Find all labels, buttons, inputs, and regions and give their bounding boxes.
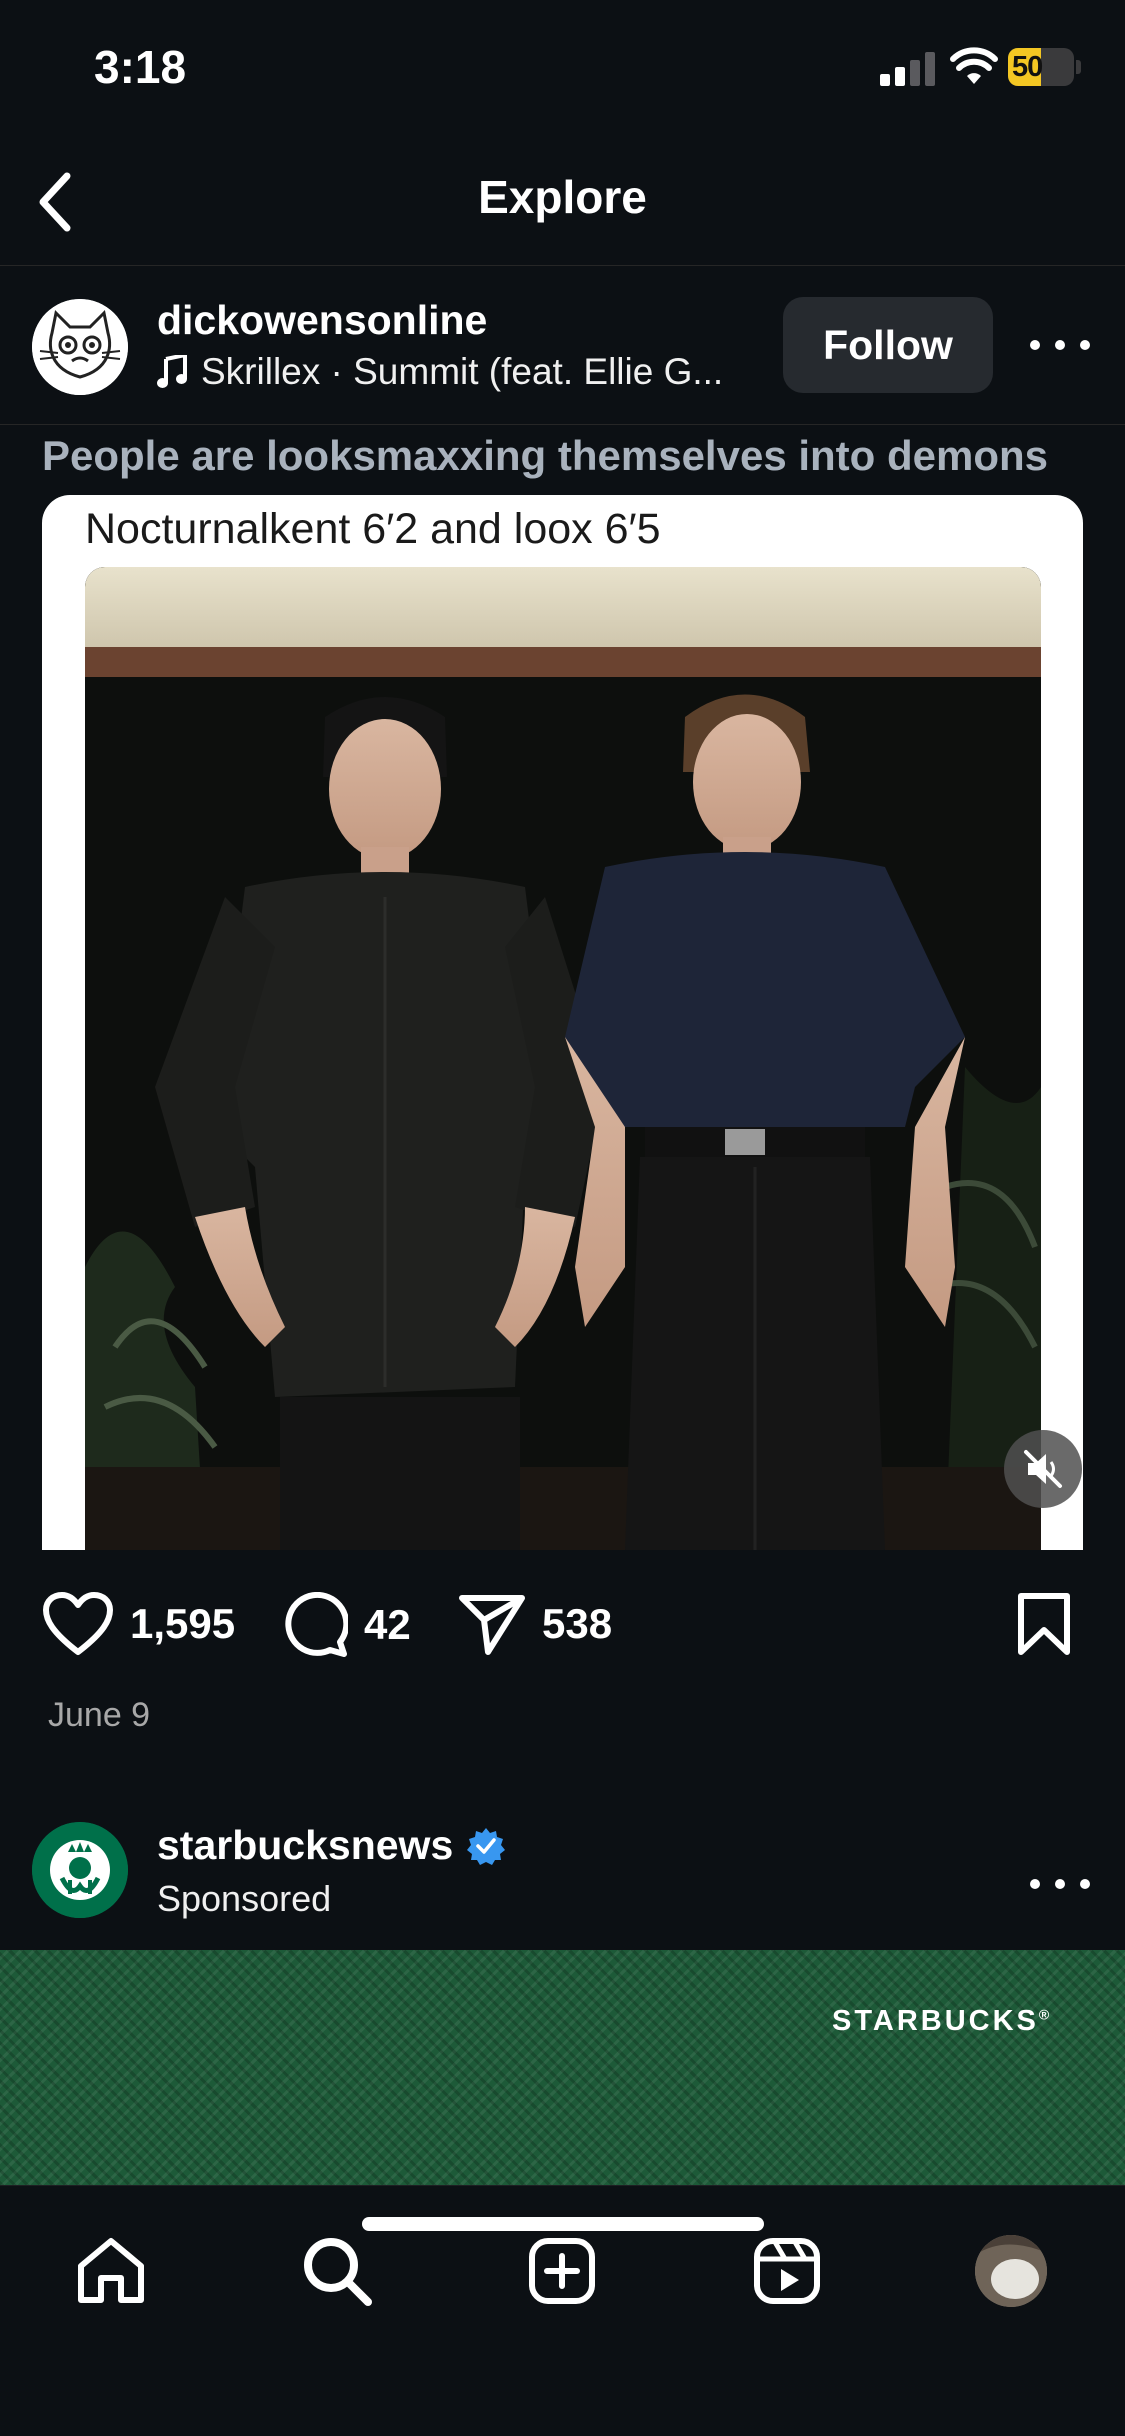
nav-home[interactable] bbox=[66, 2226, 156, 2316]
sponsored-label: Sponsored bbox=[157, 1878, 332, 1919]
verified-badge-icon bbox=[467, 1827, 506, 1865]
sponsored-post-header: starbucksnews Sponsored bbox=[0, 1800, 1125, 1950]
share-count: 538 bbox=[542, 1600, 613, 1647]
post-actions: 1,595 42 538 bbox=[0, 1550, 1125, 1700]
status-bar: 3:18 50 bbox=[0, 0, 1125, 140]
post-header: dickowensonline Skrillex · Summit (feat.… bbox=[0, 267, 1125, 425]
music-note-icon bbox=[157, 355, 187, 388]
mute-button[interactable] bbox=[1004, 1430, 1082, 1508]
battery-percent: 50 bbox=[1012, 51, 1043, 83]
media-caption: Nocturnalkent 6′2 and loox 6′5 bbox=[85, 505, 661, 553]
avatar[interactable] bbox=[32, 299, 128, 395]
signal-icon bbox=[880, 52, 935, 86]
comment-count: 42 bbox=[364, 1601, 411, 1648]
music-label: Skrillex · Summit (feat. Ellie G... bbox=[201, 351, 724, 392]
post-caption: People are looksmaxxing themselves into … bbox=[42, 432, 1049, 479]
search-icon bbox=[304, 2238, 372, 2306]
top-bar: Explore bbox=[0, 140, 1125, 266]
save-button[interactable] bbox=[1016, 1592, 1072, 1656]
home-icon bbox=[78, 2238, 144, 2303]
starbucks-logo-avatar[interactable] bbox=[32, 1822, 128, 1918]
sponsored-username-row[interactable]: starbucksnews bbox=[157, 1822, 506, 1869]
like-action[interactable]: 1,595 bbox=[42, 1592, 235, 1656]
nav-reels[interactable] bbox=[742, 2226, 832, 2316]
sponsored-banner[interactable]: STARBUCKS® bbox=[0, 1950, 1125, 2185]
reels-icon bbox=[754, 2238, 820, 2304]
screen: 3:18 50 Explore dickowensonline Skrillex… bbox=[0, 0, 1125, 2436]
post-media[interactable]: Nocturnalkent 6′2 and loox 6′5 bbox=[42, 495, 1083, 1550]
page-title: Explore bbox=[478, 171, 647, 223]
more-options-button[interactable] bbox=[1030, 325, 1090, 365]
sponsored-username: starbucksnews bbox=[157, 1822, 454, 1868]
nav-search[interactable] bbox=[292, 2226, 382, 2316]
status-time: 3:18 bbox=[94, 41, 187, 93]
comment-action[interactable]: 42 bbox=[282, 1592, 411, 1658]
music-attribution[interactable]: Skrillex · Summit (feat. Ellie G... bbox=[157, 351, 723, 393]
speaker-muted-icon bbox=[1024, 1450, 1062, 1488]
wifi-icon bbox=[950, 47, 998, 84]
post-date: June 9 bbox=[48, 1696, 151, 1734]
like-count: 1,595 bbox=[130, 1600, 236, 1647]
battery-icon: 50 bbox=[1008, 48, 1081, 86]
bookmark-icon bbox=[1018, 1593, 1070, 1655]
home-indicator[interactable] bbox=[362, 2217, 764, 2231]
more-dots-icon bbox=[1030, 340, 1040, 350]
share-action[interactable]: 538 bbox=[458, 1592, 612, 1656]
nav-profile[interactable] bbox=[966, 2226, 1056, 2316]
post-photo[interactable] bbox=[85, 567, 1041, 1550]
follow-button[interactable]: Follow bbox=[783, 297, 993, 393]
sponsored-more-options-button[interactable] bbox=[1030, 1864, 1090, 1904]
photo-illustration bbox=[85, 567, 1041, 1550]
nav-create[interactable] bbox=[517, 2226, 607, 2316]
more-dots-icon bbox=[1030, 1879, 1040, 1889]
profile-avatar bbox=[975, 2235, 1047, 2307]
banner-brand-text: STARBUCKS® bbox=[832, 2005, 1053, 2037]
siren-logo-icon bbox=[32, 1822, 128, 1918]
comment-icon bbox=[285, 1592, 348, 1657]
send-icon bbox=[459, 1595, 525, 1655]
heart-icon bbox=[43, 1592, 113, 1655]
cat-avatar-image bbox=[32, 299, 128, 395]
plus-square-icon bbox=[529, 2238, 595, 2304]
post-username[interactable]: dickowensonline bbox=[157, 297, 487, 344]
